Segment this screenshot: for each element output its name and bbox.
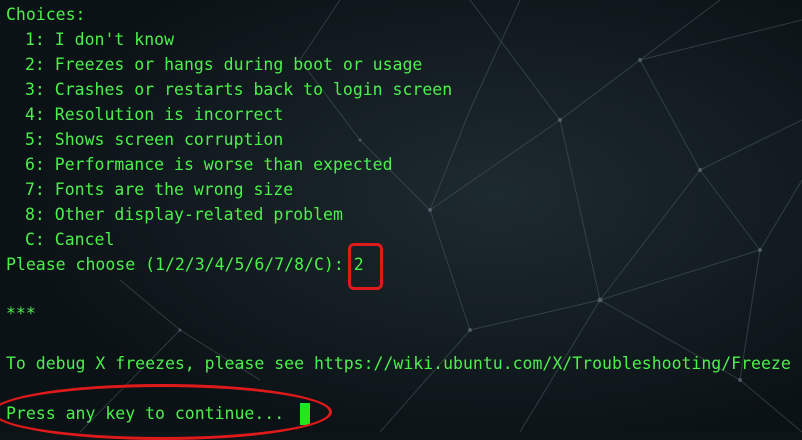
terminal-output: Choices: 1: I don't know 2: Freezes or h… — [0, 0, 802, 432]
choice-item: 7: Fonts are the wrong size — [25, 180, 294, 199]
choose-prompt: Please choose (1/2/3/4/5/6/7/8/C): — [6, 255, 354, 274]
choice-item: 1: I don't know — [25, 30, 175, 49]
choice-item: 8: Other display-related problem — [25, 205, 343, 224]
choice-item: 3: Crashes or restarts back to login scr… — [25, 80, 453, 99]
choice-item: 5: Shows screen corruption — [25, 130, 284, 149]
choice-item: 4: Resolution is incorrect — [25, 105, 284, 124]
choice-item: 2: Freezes or hangs during boot or usage — [25, 55, 423, 74]
debug-message: To debug X freezes, please see https://w… — [6, 354, 791, 373]
choice-item: C: Cancel — [25, 230, 115, 249]
choose-prompt-line: Please choose (1/2/3/4/5/6/7/8/C): 2 — [6, 254, 364, 276]
choice-item: 6: Performance is worse than expected — [25, 155, 393, 174]
choices-header: Choices: — [6, 5, 86, 24]
separator: *** — [6, 304, 36, 323]
selected-choice-highlight — [348, 243, 383, 290]
